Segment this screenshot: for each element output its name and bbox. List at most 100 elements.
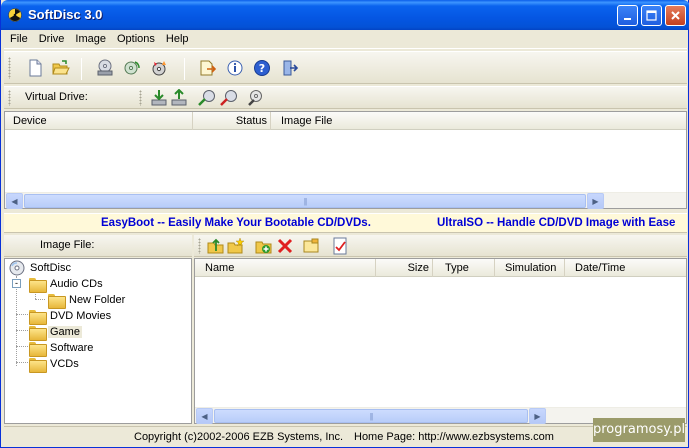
toolbar-separator	[81, 58, 82, 80]
tree-item-dvd-movies[interactable]: DVD Movies	[29, 308, 113, 325]
tree-item-label: Audio CDs	[50, 278, 103, 290]
virtual-drive-label: Virtual Drive:	[25, 91, 88, 103]
tree-item-software[interactable]: Software	[29, 340, 95, 357]
column-name[interactable]: Name	[195, 259, 376, 277]
menu-options[interactable]: Options	[111, 30, 160, 49]
up-folder-icon[interactable]	[207, 237, 225, 255]
new-folder-icon[interactable]	[227, 237, 245, 255]
banner-easyboot-text[interactable]: EasyBoot -- Easily Make Your Bootable CD…	[101, 217, 371, 229]
main-toolbar: ?	[4, 51, 687, 84]
tree-line	[35, 299, 45, 300]
tree-item-label: VCDs	[50, 358, 79, 370]
tree-item-label: New Folder	[69, 294, 126, 306]
drive-settings-icon[interactable]	[246, 89, 264, 107]
close-button[interactable]	[665, 5, 686, 26]
folder-icon	[29, 277, 47, 293]
column-simulation[interactable]: Simulation	[495, 259, 565, 277]
ad-banner[interactable]: EasyBoot -- Easily Make Your Bootable CD…	[4, 213, 687, 233]
new-file-icon[interactable]	[26, 59, 44, 77]
info-icon[interactable]	[226, 59, 244, 77]
column-status[interactable]: Status	[193, 112, 271, 130]
open-folder-icon[interactable]	[52, 59, 70, 77]
radiation-app-icon	[8, 8, 22, 22]
file-list[interactable]: Name Size Type Simulation Date/Time ◀ ||…	[194, 258, 687, 424]
close-icon	[671, 11, 680, 20]
folder-icon	[29, 325, 47, 341]
toolbar-grip[interactable]	[198, 238, 201, 254]
tree-item-label: DVD Movies	[50, 310, 112, 322]
window-title: SoftDisc 3.0	[28, 7, 103, 22]
scroll-left-arrow-icon[interactable]: ◀	[196, 408, 213, 424]
maximize-button[interactable]	[641, 5, 662, 26]
help-icon[interactable]: ?	[253, 59, 271, 77]
tree-line	[16, 346, 28, 347]
mount-disc-icon[interactable]	[198, 89, 216, 107]
tree-line	[16, 276, 17, 366]
toolbar-grip[interactable]	[139, 90, 142, 106]
menu-image[interactable]: Image	[69, 30, 111, 49]
device-list[interactable]: Device Status Image File ◀ ||| ▶	[4, 111, 687, 209]
menu-file[interactable]: File	[4, 30, 33, 49]
column-date-time[interactable]: Date/Time	[565, 259, 686, 277]
file-list-header: Name Size Type Simulation Date/Time	[195, 259, 686, 277]
folder-icon	[29, 357, 47, 373]
tree-root-label: SoftDisc	[30, 262, 71, 274]
disc-icon	[9, 260, 25, 276]
minimize-button[interactable]	[617, 5, 638, 26]
exit-icon[interactable]	[281, 59, 299, 77]
column-size[interactable]: Size	[376, 259, 433, 277]
menu-bar: File Drive Image Options Help	[4, 30, 687, 49]
tree-item-audio-cds[interactable]: Audio CDs	[29, 276, 105, 293]
tree-line	[16, 330, 28, 331]
file-toolbar	[194, 235, 687, 257]
folder-icon	[48, 293, 66, 309]
toolbar-grip[interactable]	[8, 90, 11, 106]
banner-ultraiso-text[interactable]: UltraISO -- Handle CD/DVD Image with Eas…	[437, 217, 675, 229]
export-icon[interactable]	[199, 59, 217, 77]
homepage-text[interactable]: Home Page: http://www.ezbsystems.com	[354, 431, 554, 443]
image-file-header: Image File:	[4, 235, 192, 257]
image-tree[interactable]: SoftDisc - Audio CDs New Folder DVD Movi…	[4, 258, 192, 424]
add-folder-icon[interactable]	[255, 237, 273, 255]
toolbar-grip[interactable]	[8, 57, 11, 79]
scroll-thumb[interactable]: |||	[214, 409, 528, 423]
tree-item-new-folder[interactable]: New Folder	[48, 292, 127, 309]
device-list-hscrollbar[interactable]: ◀ ||| ▶	[5, 192, 686, 209]
folder-icon	[29, 341, 47, 357]
burn-disc-icon[interactable]	[150, 59, 168, 77]
app-window: SoftDisc 3.0 File Drive Image Options He…	[0, 0, 689, 448]
tree-item-label: Game	[48, 326, 82, 338]
mount-down-icon[interactable]	[150, 89, 168, 107]
menu-help[interactable]: Help	[160, 30, 194, 49]
status-bar: Copyright (c)2002-2006 EZB Systems, Inc.…	[4, 426, 687, 446]
virtual-drive-toolbar: Virtual Drive:	[4, 86, 687, 109]
title-bar[interactable]: SoftDisc 3.0	[1, 0, 689, 30]
scroll-left-arrow-icon[interactable]: ◀	[6, 193, 23, 209]
rename-icon[interactable]	[302, 237, 320, 255]
folder-icon	[29, 309, 47, 325]
unmount-disc-icon[interactable]	[220, 89, 238, 107]
mount-up-icon[interactable]	[170, 89, 188, 107]
maximize-icon	[646, 10, 657, 21]
disc-drive-icon[interactable]	[96, 59, 114, 77]
watermark: programosy.pl	[593, 418, 685, 442]
collapse-icon[interactable]: -	[12, 279, 21, 288]
tree-line	[16, 314, 28, 315]
properties-icon[interactable]	[331, 237, 349, 255]
copyright-text: Copyright (c)2002-2006 EZB Systems, Inc.	[134, 431, 344, 443]
image-file-label: Image File:	[40, 239, 95, 251]
delete-icon[interactable]	[276, 237, 294, 255]
scroll-right-arrow-icon[interactable]: ▶	[529, 408, 546, 424]
column-device[interactable]: Device	[5, 112, 193, 130]
tree-item-vcds[interactable]: VCDs	[29, 356, 81, 373]
scroll-right-arrow-icon[interactable]: ▶	[587, 193, 604, 209]
disc-refresh-icon[interactable]	[123, 59, 141, 77]
tree-line	[16, 362, 28, 363]
scroll-thumb[interactable]: |||	[24, 194, 586, 208]
menu-drive[interactable]: Drive	[33, 30, 70, 49]
column-image-file[interactable]: Image File	[271, 112, 688, 130]
tree-root[interactable]: SoftDisc	[9, 260, 73, 276]
tree-item-game[interactable]: Game	[29, 324, 82, 341]
device-list-header: Device Status Image File	[5, 112, 686, 130]
column-type[interactable]: Type	[433, 259, 495, 277]
